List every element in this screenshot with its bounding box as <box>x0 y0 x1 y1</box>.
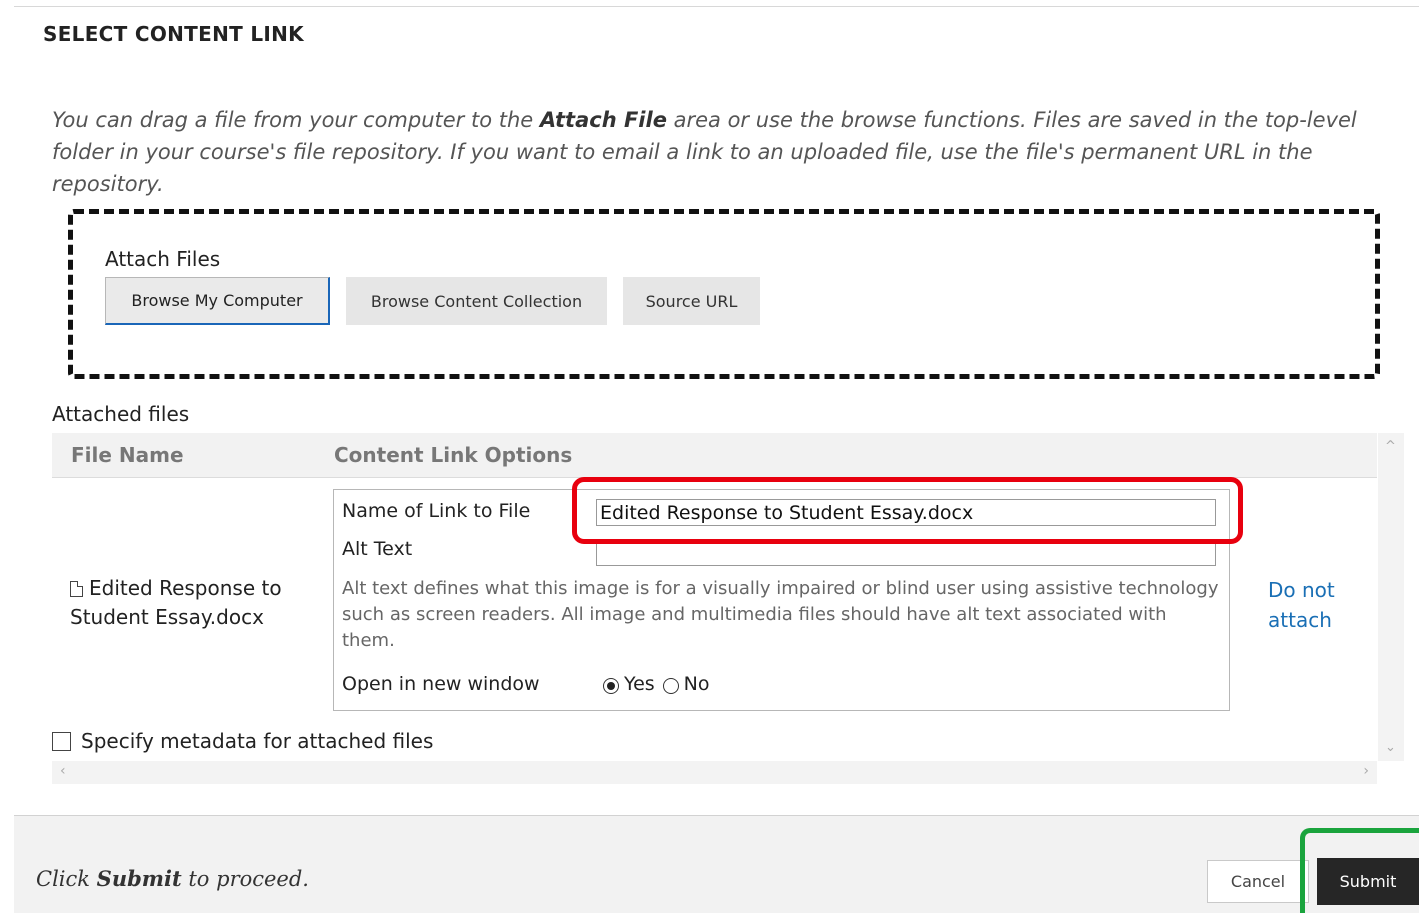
link-name-input[interactable] <box>596 499 1216 526</box>
submit-button[interactable]: Submit <box>1317 858 1419 905</box>
open-new-window-radio-group: Yes No <box>603 673 710 695</box>
scroll-right-icon[interactable]: › <box>1363 763 1369 779</box>
source-url-button[interactable]: Source URL <box>623 277 760 325</box>
top-divider <box>14 6 1419 7</box>
section-title: SELECT CONTENT LINK <box>43 22 304 46</box>
scroll-down-icon[interactable]: ⌄ <box>1385 740 1396 755</box>
radio-yes-label[interactable]: Yes <box>624 673 655 695</box>
column-header-content-link-options: Content Link Options <box>334 443 573 467</box>
footer-msg-suffix: to proceed. <box>181 867 309 891</box>
scroll-left-icon[interactable]: ‹ <box>60 763 66 779</box>
instructions-bold: Attach File <box>539 108 667 132</box>
attached-file-name-cell: Edited Response to Student Essay.docx <box>70 574 320 632</box>
scroll-up-icon[interactable]: ^ <box>1385 439 1396 454</box>
document-icon <box>70 581 83 597</box>
alt-text-help: Alt text defines what this image is for … <box>342 578 1219 651</box>
browse-content-collection-button[interactable]: Browse Content Collection <box>346 277 607 325</box>
alt-text-label: Alt Text <box>342 538 413 560</box>
attached-file-name: Edited Response to Student Essay.docx <box>70 576 282 629</box>
footer-msg-prefix: Click <box>36 867 97 891</box>
radio-no[interactable] <box>662 678 679 694</box>
column-header-file-name: File Name <box>71 443 184 467</box>
open-new-window-label: Open in new window <box>342 673 540 695</box>
specify-metadata-row[interactable]: Specify metadata for attached files <box>52 729 433 753</box>
radio-yes[interactable] <box>603 678 619 694</box>
attached-files-label: Attached files <box>52 402 190 426</box>
attach-files-label: Attach Files <box>105 247 221 271</box>
alt-text-input[interactable] <box>596 539 1216 566</box>
attached-files-table-header: File Name Content Link Options <box>52 433 1377 478</box>
footer-message: Click Submit to proceed. <box>36 866 309 891</box>
link-name-label: Name of Link to File <box>342 500 531 522</box>
specify-metadata-label[interactable]: Specify metadata for attached files <box>81 729 433 753</box>
browse-my-computer-button[interactable]: Browse My Computer <box>105 277 330 325</box>
cancel-button[interactable]: Cancel <box>1207 860 1309 903</box>
attach-button-row: Browse My Computer Browse Content Collec… <box>105 277 760 325</box>
vertical-scrollbar[interactable]: ^ ⌄ <box>1378 433 1404 761</box>
specify-metadata-checkbox[interactable] <box>52 731 71 751</box>
instructions-text: You can drag a file from your computer t… <box>52 104 1402 200</box>
do-not-attach-link[interactable]: Do not attach <box>1268 575 1358 635</box>
radio-no-label[interactable]: No <box>684 673 710 695</box>
instructions-part1: You can drag a file from your computer t… <box>52 108 540 132</box>
horizontal-scrollbar[interactable]: ‹ › <box>52 761 1377 784</box>
footer-msg-bold: Submit <box>96 866 182 891</box>
